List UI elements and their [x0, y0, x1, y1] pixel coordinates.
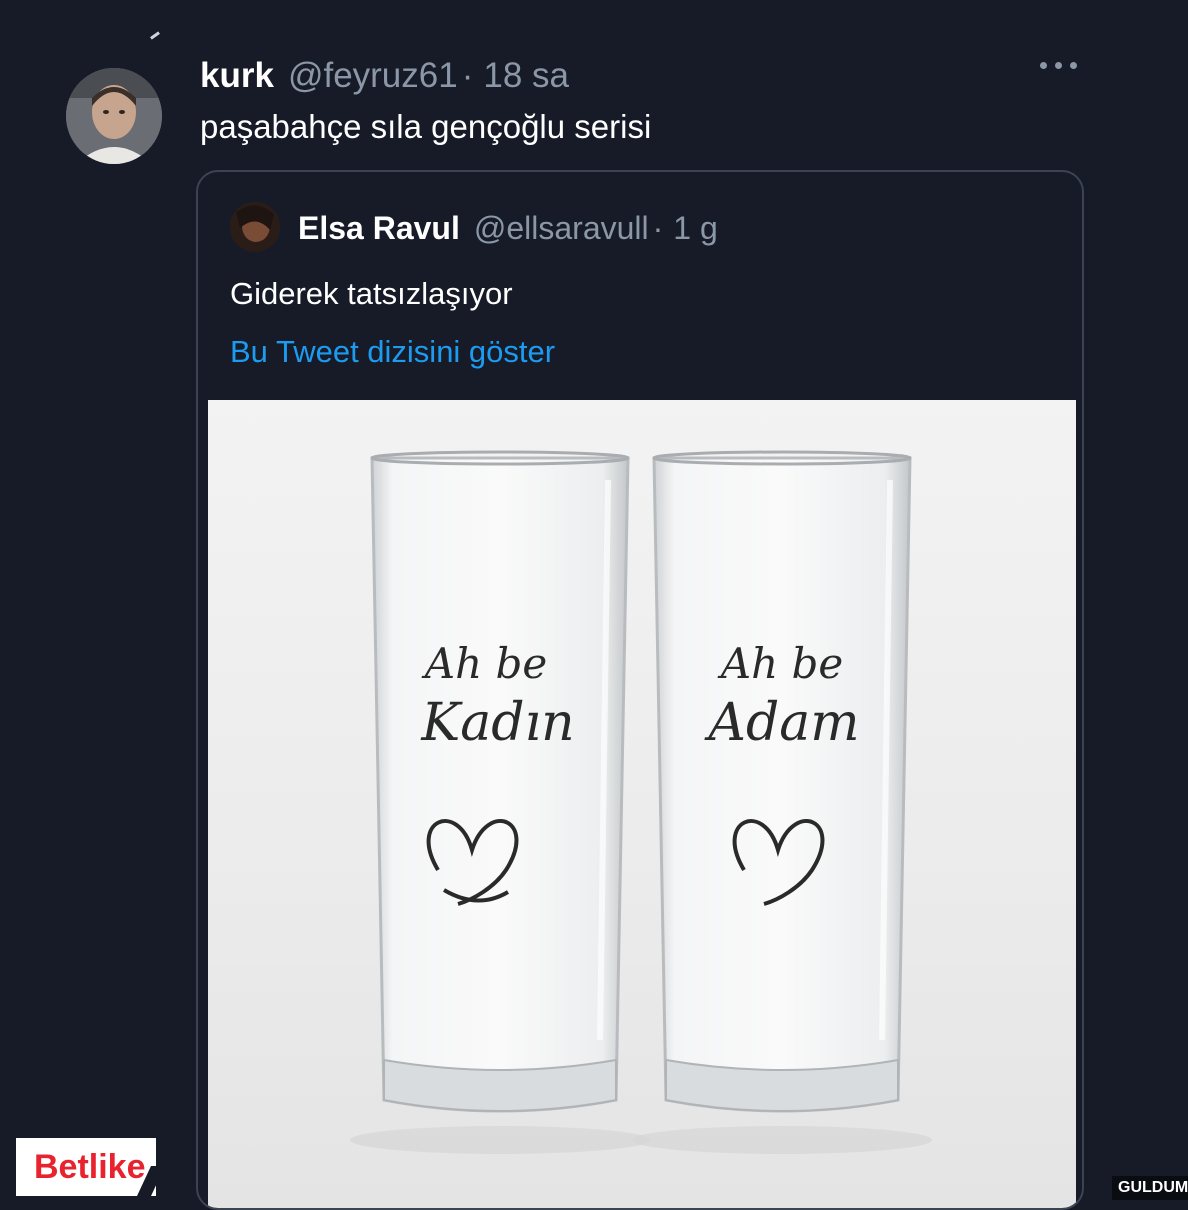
quoted-tweet-time: 1 g	[673, 210, 718, 246]
quoted-tweet-card[interactable]: Elsa Ravul @ellsaravull · 1 g Giderek ta…	[196, 170, 1084, 1210]
right-glass	[652, 450, 912, 1113]
more-dot	[1055, 62, 1062, 69]
site-watermark: GULDUM.NET	[1112, 1176, 1188, 1200]
quoted-meta-separator: ·	[652, 210, 664, 246]
tweet-text: paşabahçe sıla gençoğlu serisi	[200, 108, 652, 145]
more-dot	[1070, 62, 1077, 69]
tweet-header: kurk @feyruz61 · 18 sa	[200, 56, 569, 96]
brand-logo: Betlike	[16, 1138, 156, 1196]
right-glass-line1: Ah be	[717, 639, 843, 688]
quoted-author-handle: @ellsaravull	[473, 210, 649, 246]
right-glass-shadow	[632, 1126, 932, 1154]
more-horizontal-icon[interactable]	[1040, 62, 1077, 69]
author-avatar[interactable]	[66, 68, 162, 164]
quoted-author-name: Elsa Ravul	[298, 210, 460, 246]
show-thread-link[interactable]: Bu Tweet dizisini göster	[230, 334, 555, 370]
left-glass	[370, 450, 630, 1113]
quoted-tweet-text: Giderek tatsızlaşıyor	[230, 276, 513, 311]
tweet-time[interactable]: 18 sa	[483, 56, 569, 96]
glasses-photo: Ah be Kadın Ah be Adam	[350, 450, 932, 1154]
right-glass-line2: Adam	[704, 693, 859, 753]
tweet-media-image[interactable]: Ah be Kadın Ah be Adam	[208, 400, 1076, 1208]
more-dot	[1040, 62, 1047, 69]
avatar-photo	[66, 68, 162, 164]
left-glass-line1: Ah be	[421, 639, 547, 688]
quoted-tweet-header: Elsa Ravul @ellsaravull · 1 g	[298, 210, 718, 247]
quoted-author-avatar	[230, 202, 280, 252]
left-glass-shadow	[350, 1126, 650, 1154]
meta-separator: ·	[461, 56, 474, 95]
author-name[interactable]: kurk	[200, 56, 274, 96]
quoted-avatar-photo	[230, 202, 280, 252]
corner-mark	[150, 31, 160, 40]
author-handle[interactable]: @feyruz61	[288, 56, 458, 96]
left-glass-line2: Kadın	[420, 693, 574, 753]
